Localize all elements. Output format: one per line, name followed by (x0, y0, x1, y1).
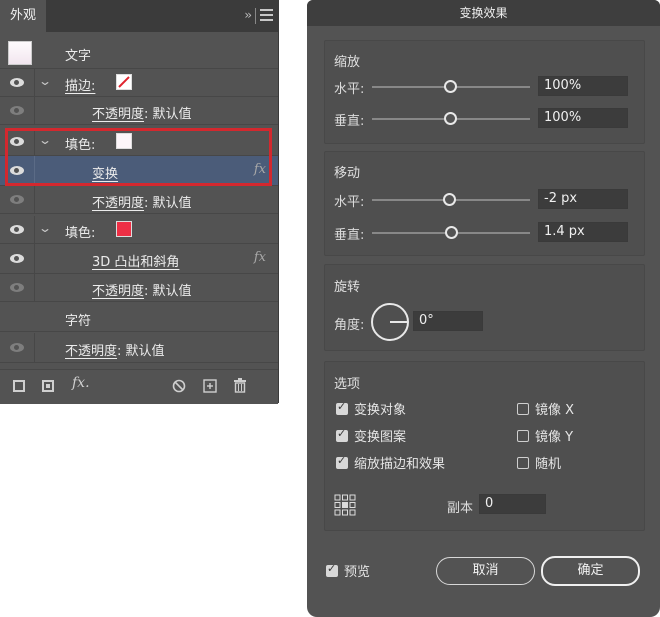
visibility-eye-icon[interactable] (10, 195, 24, 204)
visibility-eye-icon[interactable] (10, 254, 24, 263)
tab-appearance[interactable]: 外观 (0, 0, 46, 32)
cancel-button[interactable]: 取消 (436, 557, 535, 585)
row-3d-bevel-effect[interactable]: 3D 凸出和斜角 fx (0, 244, 278, 274)
opacity-link[interactable]: 不透明度 (92, 196, 144, 211)
scale-vertical-knob[interactable] (444, 112, 457, 125)
row-character[interactable]: 字符 (0, 304, 278, 332)
fill-swatch-white[interactable] (116, 133, 132, 149)
transform-effect-dialog: 变换效果 缩放 水平: 垂直: 移动 水平: 垂直: 旋转 角度: 选项 变换对… (307, 0, 660, 617)
clear-appearance-icon[interactable] (172, 379, 186, 393)
row-text-label: 文字 (65, 49, 92, 64)
random-label: 随机 (535, 457, 562, 472)
move-horizontal-label: 水平: (334, 195, 365, 210)
scale-strokes-label: 缩放描边和效果 (354, 457, 446, 472)
angle-dial-icon[interactable] (370, 302, 410, 342)
options-group-title: 选项 (334, 377, 361, 392)
fx-icon: fx (253, 250, 266, 265)
opacity-value: : 默认值 (144, 284, 192, 299)
visibility-eye-icon[interactable] (10, 225, 24, 234)
stroke-label[interactable]: 描边: (65, 79, 95, 94)
opacity-value: : 默认值 (144, 107, 192, 122)
fill-swatch-red[interactable] (116, 221, 132, 237)
move-horizontal-input[interactable] (538, 189, 628, 209)
reflect-y-checkbox[interactable] (517, 430, 529, 442)
scale-group-title: 缩放 (334, 55, 361, 70)
scale-horizontal-knob[interactable] (444, 80, 457, 93)
row-fill-red[interactable]: ⌄ 填色: (0, 216, 278, 244)
chevron-down-icon[interactable]: ⌄ (38, 221, 52, 235)
add-new-effect-icon[interactable]: fx. (72, 375, 90, 391)
angle-label: 角度: (334, 318, 365, 333)
row-fill-white[interactable]: ⌄ 填色: (0, 128, 278, 156)
reflect-x-checkbox[interactable] (517, 403, 529, 415)
copies-input[interactable] (479, 494, 546, 514)
trash-icon[interactable] (233, 378, 247, 393)
ok-button[interactable]: 确定 (541, 556, 640, 586)
fill-label: 填色: (65, 138, 96, 153)
reference-point-locator-icon[interactable] (334, 494, 356, 516)
scale-strokes-checkbox[interactable] (336, 454, 348, 469)
scale-horizontal-input[interactable] (538, 76, 628, 96)
object-thumbnail (8, 41, 32, 65)
appearance-toolbar: fx. (0, 369, 278, 404)
opacity-link[interactable]: 不透明度 (92, 107, 144, 122)
chevron-down-icon[interactable]: ⌄ (38, 133, 52, 147)
tab-bar-divider (255, 8, 256, 24)
appearance-panel: 外观 ›› 文字 ⌄ 描边: 不透明度: 默认值 ⌄ 填色: 变换 fx 不透明… (0, 0, 279, 404)
panel-menu-icon[interactable] (260, 9, 273, 21)
row-text[interactable]: 文字 (0, 39, 278, 69)
row-stroke[interactable]: ⌄ 描边: (0, 69, 278, 97)
character-label: 字符 (65, 314, 92, 329)
reflect-y-label: 镜像 Y (535, 430, 574, 445)
move-vertical-input[interactable] (538, 222, 628, 242)
random-checkbox[interactable] (517, 457, 529, 469)
duplicate-item-icon[interactable] (203, 379, 217, 393)
row-transform-effect[interactable]: 变换 fx (0, 156, 278, 186)
add-new-fill-icon[interactable] (42, 380, 54, 392)
opacity-value: : 默认值 (117, 344, 165, 359)
transform-patterns-checkbox[interactable] (336, 427, 348, 442)
row-stroke-opacity[interactable]: 不透明度: 默认值 (0, 97, 278, 125)
opacity-link[interactable]: 不透明度 (65, 344, 117, 359)
opacity-value: : 默认值 (144, 196, 192, 211)
visibility-eye-icon[interactable] (10, 78, 24, 87)
reflect-x-label: 镜像 X (535, 403, 575, 418)
fill-label: 填色: (65, 226, 96, 241)
visibility-eye-icon[interactable] (10, 106, 24, 115)
stroke-slash-icon (118, 76, 130, 88)
panel-tab-bar: 外观 ›› (0, 0, 278, 32)
scale-vertical-input[interactable] (538, 108, 628, 128)
angle-input[interactable] (413, 311, 483, 331)
preview-label: 预览 (344, 565, 371, 580)
transform-objects-checkbox[interactable] (336, 400, 348, 415)
row-fill2-opacity[interactable]: 不透明度: 默认值 (0, 274, 278, 302)
copies-label: 副本 (447, 501, 474, 516)
collapse-panel-icon[interactable]: ›› (244, 8, 251, 22)
move-group-title: 移动 (334, 166, 361, 181)
row-opacity[interactable]: 不透明度: 默认值 (0, 333, 278, 363)
dialog-title: 变换效果 (307, 0, 660, 26)
transform-patterns-label: 变换图案 (354, 430, 407, 445)
row-fill-opacity[interactable]: 不透明度: 默认值 (0, 186, 278, 214)
visibility-eye-icon[interactable] (10, 283, 24, 292)
stroke-swatch[interactable] (116, 74, 132, 90)
bevel-effect-link[interactable]: 3D 凸出和斜角 (92, 255, 179, 270)
visibility-eye-icon[interactable] (10, 137, 24, 146)
move-vertical-knob[interactable] (445, 226, 458, 239)
move-vertical-label: 垂直: (334, 228, 365, 243)
visibility-eye-icon[interactable] (10, 343, 24, 352)
move-horizontal-knob[interactable] (443, 193, 456, 206)
transform-objects-label: 变换对象 (354, 403, 407, 418)
preview-checkbox[interactable] (326, 562, 338, 577)
chevron-down-icon[interactable]: ⌄ (38, 74, 52, 88)
transform-effect-link[interactable]: 变换 (92, 167, 118, 182)
scale-horizontal-label: 水平: (334, 82, 365, 97)
add-new-stroke-icon[interactable] (13, 380, 25, 392)
opacity-link[interactable]: 不透明度 (92, 284, 144, 299)
fx-icon: fx (253, 162, 266, 177)
visibility-eye-icon[interactable] (10, 166, 24, 175)
rotate-group-title: 旋转 (334, 280, 361, 295)
scale-vertical-label: 垂直: (334, 114, 365, 129)
